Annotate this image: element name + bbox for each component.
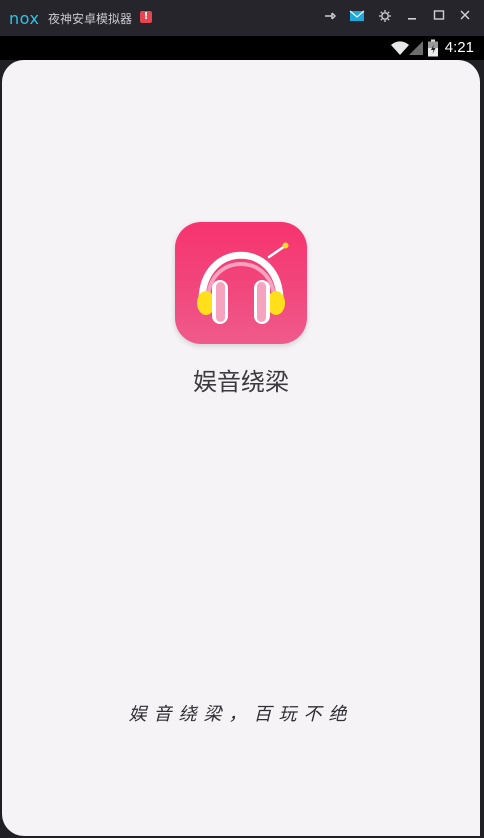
wifi-icon bbox=[391, 41, 409, 55]
gear-icon[interactable] bbox=[376, 9, 394, 27]
signal-icon bbox=[409, 41, 423, 55]
pin-icon[interactable] bbox=[321, 9, 339, 27]
app-name: 娱音绕梁 bbox=[193, 368, 289, 396]
nox-logo: nox bbox=[9, 9, 40, 28]
window-title: 夜神安卓模拟器 bbox=[48, 12, 133, 26]
slogan: 娱音绕梁，百玩不绝 bbox=[128, 704, 354, 725]
headphones-icon bbox=[197, 242, 289, 324]
splash-screen: 娱音绕梁 娱音绕梁，百玩不绝 bbox=[2, 60, 480, 836]
close-icon[interactable] bbox=[456, 9, 474, 27]
battery-icon bbox=[428, 39, 438, 57]
minimize-icon[interactable] bbox=[403, 9, 421, 27]
android-statusbar: 4:21 bbox=[0, 36, 484, 60]
app-logo bbox=[175, 222, 307, 344]
alert-badge[interactable]: ! bbox=[140, 11, 152, 23]
maximize-icon[interactable] bbox=[430, 9, 448, 27]
status-time: 4:21 bbox=[444, 39, 474, 56]
emulator-titlebar: nox 夜神安卓模拟器 ! bbox=[0, 0, 484, 36]
mail-icon[interactable] bbox=[348, 9, 366, 27]
